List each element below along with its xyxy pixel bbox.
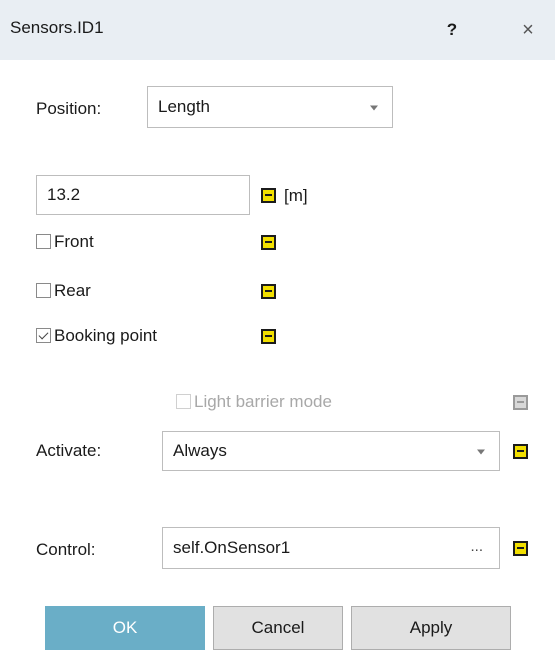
checkbox-box <box>176 394 191 409</box>
length-value: 13.2 <box>47 185 81 204</box>
formula-icon <box>513 395 528 410</box>
front-label: Front <box>54 232 94 251</box>
dialog-title: Sensors.ID1 <box>10 18 104 37</box>
close-button[interactable]: × <box>516 18 540 42</box>
chevron-down-icon <box>370 105 378 111</box>
activate-value: Always <box>173 441 227 460</box>
formula-icon[interactable] <box>261 284 276 299</box>
control-value: self.OnSensor1 <box>173 538 291 557</box>
rear-checkbox[interactable]: Rear <box>36 281 196 303</box>
front-checkbox[interactable]: Front <box>36 232 196 254</box>
checkbox-box <box>36 234 51 249</box>
activate-label: Activate: <box>36 441 102 460</box>
formula-icon[interactable] <box>513 541 528 556</box>
title-bar: Sensors.ID1 ? × <box>0 0 555 60</box>
ok-button[interactable]: OK <box>45 606 205 650</box>
rear-label: Rear <box>54 281 91 300</box>
formula-icon[interactable] <box>261 188 276 203</box>
length-unit: [m] <box>284 186 308 205</box>
activate-dropdown[interactable]: Always <box>162 431 500 471</box>
chevron-down-icon <box>477 449 485 455</box>
cancel-button[interactable]: Cancel <box>213 606 343 650</box>
position-label: Position: <box>36 99 102 118</box>
checkbox-box <box>36 283 51 298</box>
browse-button[interactable]: ... <box>470 538 483 555</box>
booking-point-checkbox[interactable]: Booking point <box>36 326 236 348</box>
light-barrier-mode-label: Light barrier mode <box>194 392 332 411</box>
formula-icon[interactable] <box>261 329 276 344</box>
checkmark-icon <box>36 328 51 343</box>
apply-button[interactable]: Apply <box>351 606 511 650</box>
control-input[interactable]: self.OnSensor1 ... <box>162 527 500 569</box>
formula-icon[interactable] <box>513 444 528 459</box>
position-dropdown[interactable]: Length <box>147 86 393 128</box>
booking-point-label: Booking point <box>54 326 158 345</box>
light-barrier-mode-checkbox: Light barrier mode <box>176 392 396 414</box>
help-button[interactable]: ? <box>440 18 464 42</box>
position-value: Length <box>158 97 210 116</box>
length-input[interactable]: 13.2 <box>36 175 250 215</box>
formula-icon[interactable] <box>261 235 276 250</box>
control-label: Control: <box>36 540 96 559</box>
